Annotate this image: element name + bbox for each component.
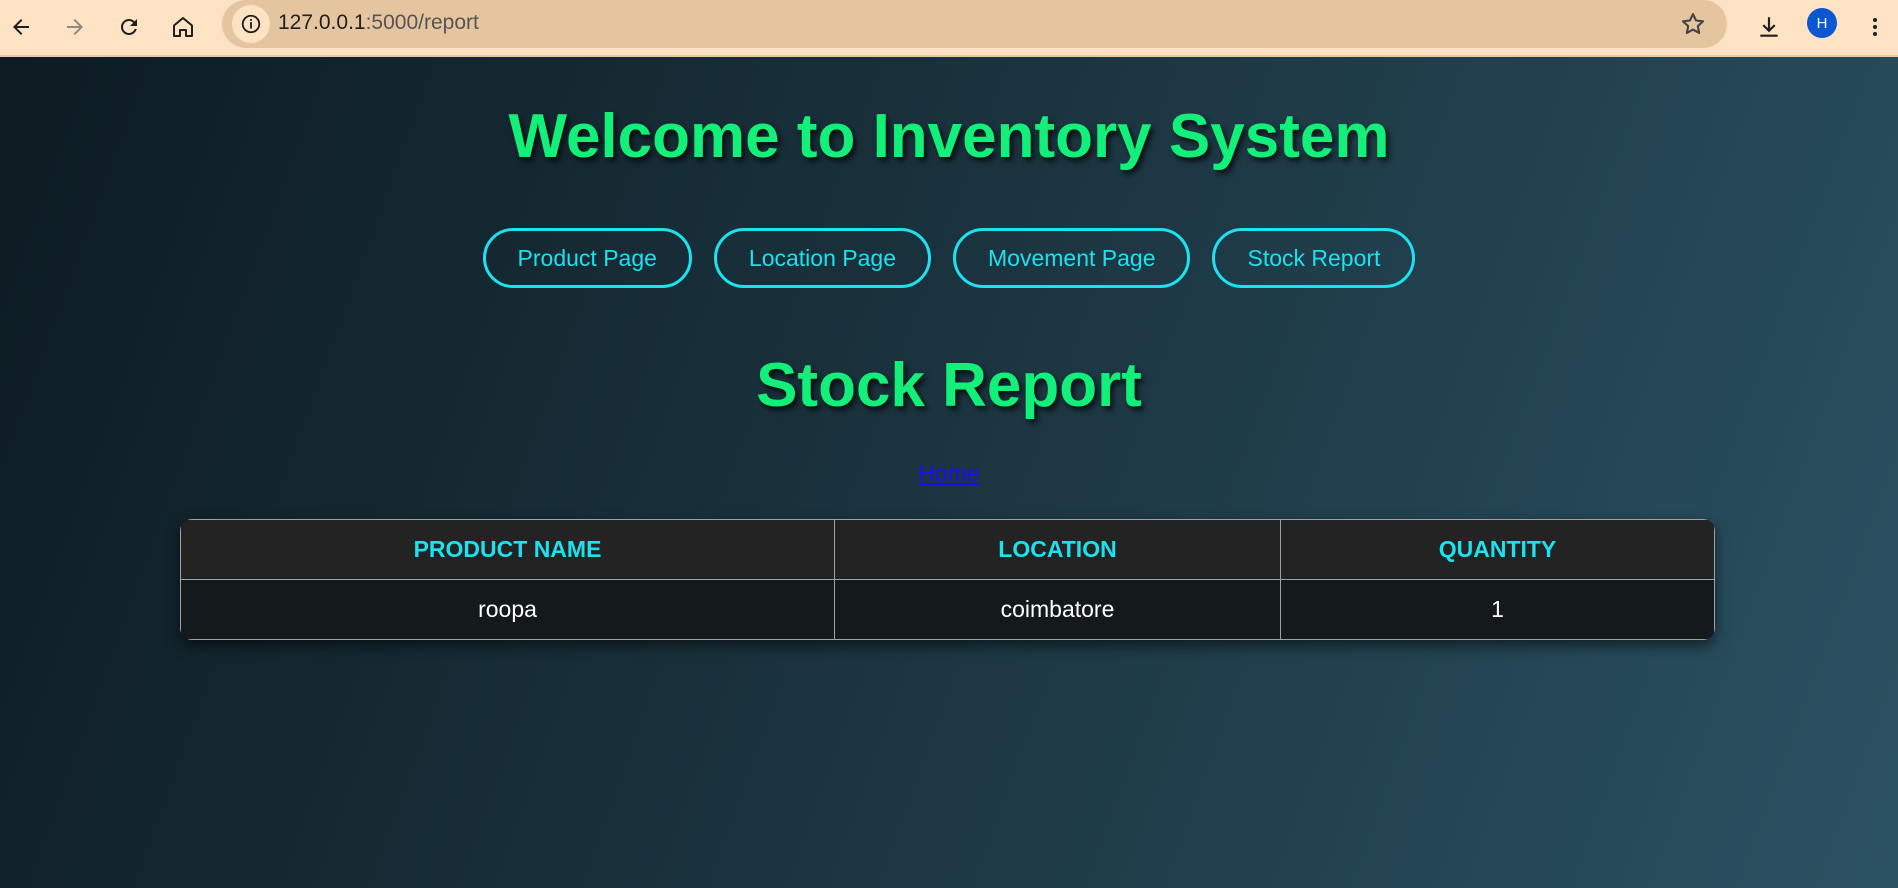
home-icon [173,17,193,37]
back-button[interactable] [2,8,40,46]
nav-location-page[interactable]: Location Page [713,228,931,288]
site-info-icon[interactable] [232,5,270,43]
reload-icon [120,18,137,35]
stock-report-table: Product Name Location Quantity roopa coi… [180,519,1715,640]
nav-stock-report[interactable]: Stock Report [1212,228,1416,288]
bookmark-star-icon[interactable] [1679,10,1707,38]
cell-location: coimbatore [834,579,1281,640]
cell-product-name: roopa [180,579,835,640]
arrow-left-icon [13,19,29,35]
profile-avatar[interactable]: H [1807,8,1837,38]
url-path: :5000/report [365,11,479,34]
forward-button[interactable] [56,8,94,46]
download-icon [1760,17,1778,37]
download-button[interactable] [1750,8,1788,46]
nav-product-page[interactable]: Product Page [482,228,692,288]
home-link[interactable]: Home [0,460,1898,487]
url-host: 127.0.0.1 [278,11,366,34]
column-header-location: Location [834,519,1281,580]
column-header-product-name: Product Name [180,519,835,580]
kebab-menu-icon [1873,18,1877,36]
browser-menu-button[interactable] [1860,8,1890,46]
main-nav: Product Page Location Page Movement Page… [0,228,1898,288]
reload-button[interactable] [110,8,148,46]
address-bar[interactable]: 127.0.0.1:5000/report [222,0,1727,48]
home-button[interactable] [164,8,202,46]
cell-quantity: 1 [1280,579,1715,640]
section-title: Stock Report [756,351,1142,420]
browser-toolbar: 127.0.0.1:5000/report H [0,0,1898,57]
page-content: Welcome to Inventory System Product Page… [0,57,1898,888]
table-row: roopa coimbatore 1 [180,579,1715,640]
page-title: Welcome to Inventory System [508,102,1390,171]
table-header-row: Product Name Location Quantity [180,519,1715,580]
nav-movement-page[interactable]: Movement Page [953,228,1191,288]
column-header-quantity: Quantity [1280,519,1715,580]
arrow-right-icon [67,19,83,35]
url-text[interactable]: 127.0.0.1:5000/report [278,11,479,35]
